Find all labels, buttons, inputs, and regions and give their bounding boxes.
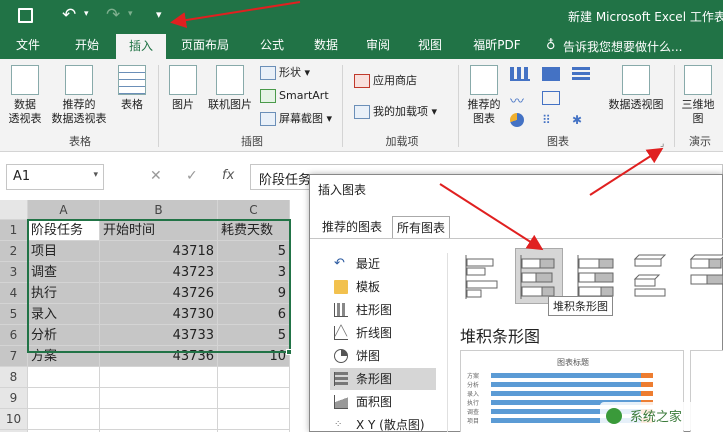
arrow-to-quick-access: [170, 1, 301, 29]
arrow-to-stacked-bar: [439, 183, 544, 251]
annotation-arrows: [170, 1, 664, 251]
arrow-to-chart-launcher: [589, 147, 664, 196]
